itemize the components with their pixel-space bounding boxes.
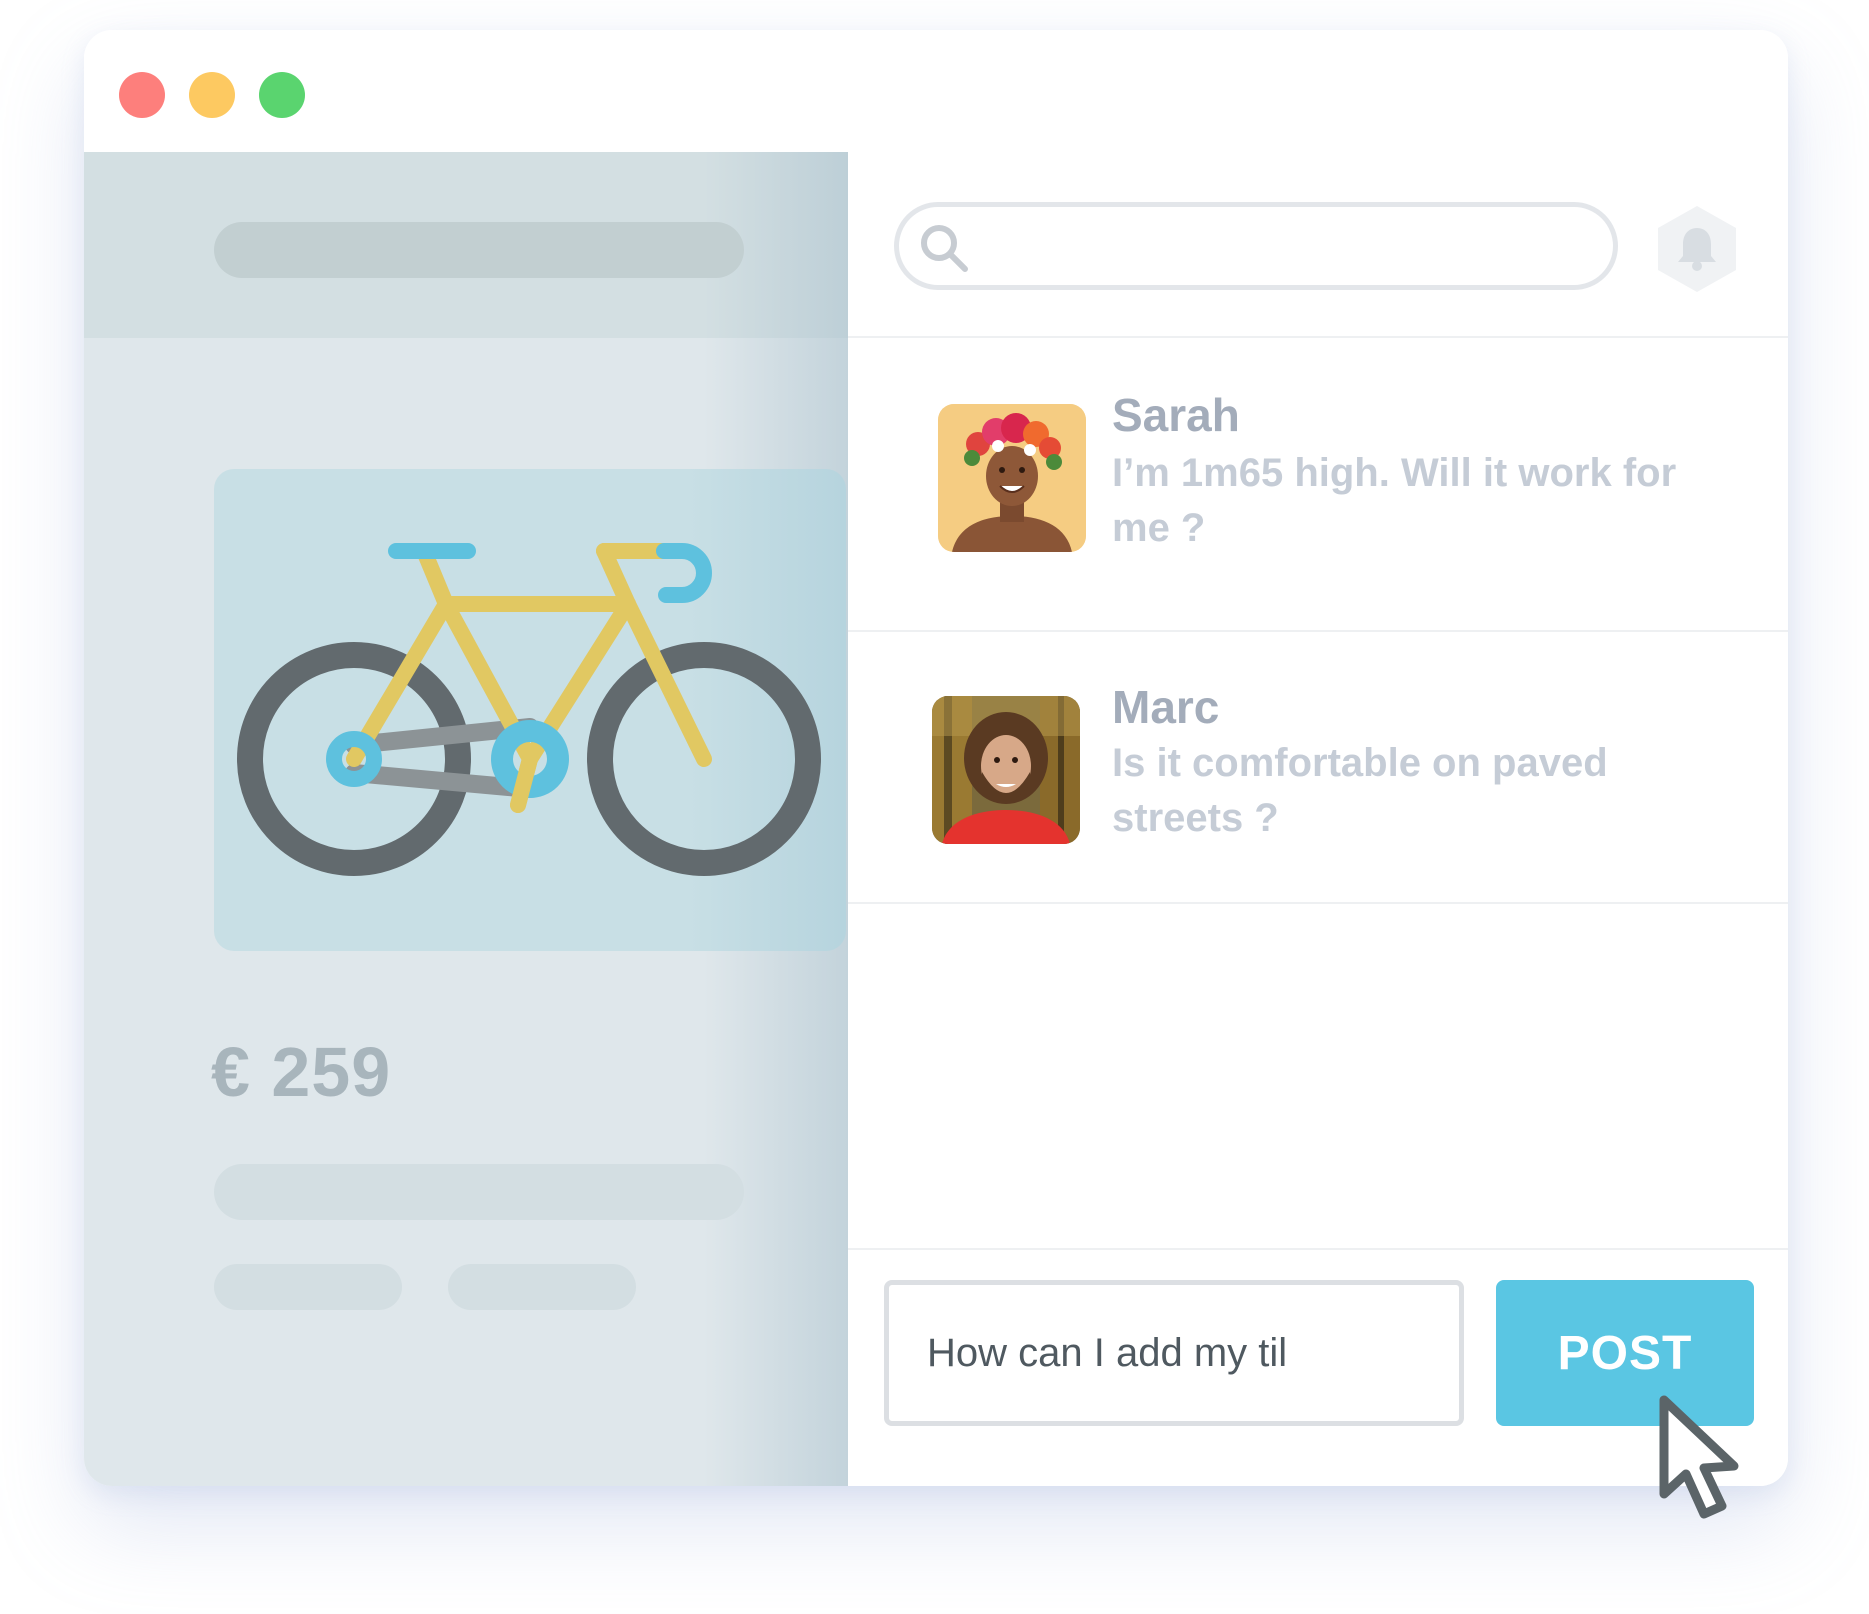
minimize-window-button[interactable]: [189, 72, 235, 118]
avatar: [932, 696, 1080, 844]
bell-icon: [1658, 206, 1736, 292]
mouse-pointer-icon: [1659, 1395, 1739, 1519]
avatar-marc: [932, 696, 1080, 844]
comment-text: I’m 1m65 high. Will it work for me ?: [1112, 451, 1677, 550]
comments-panel: Sarah I’m 1m65 high. Will it work for me…: [848, 152, 1788, 1486]
product-page: € 259: [84, 152, 848, 1486]
search-bar[interactable]: [894, 202, 1618, 290]
app-window: € 259 Sarah I’m 1m65 high. Will it work …: [84, 30, 1788, 1486]
product-image: [214, 469, 846, 951]
title-bar: [84, 30, 1788, 152]
question-input[interactable]: [884, 1280, 1464, 1426]
search-input[interactable]: [979, 221, 1583, 273]
header-title-placeholder: [214, 222, 744, 278]
comment-item: Sarah I’m 1m65 high. Will it work for me…: [848, 338, 1788, 606]
comment-divider: [848, 902, 1788, 904]
search-icon: [921, 225, 968, 272]
comment-author: Marc: [1112, 681, 1220, 733]
avatar-sarah: [938, 404, 1086, 552]
tag-placeholder-2: [448, 1264, 636, 1310]
maximize-window-button[interactable]: [259, 72, 305, 118]
bicycle-icon: [237, 543, 821, 876]
description-placeholder: [214, 1164, 744, 1220]
product-price: € 259: [211, 1033, 392, 1111]
notifications-button[interactable]: [1656, 204, 1738, 294]
tag-placeholder-1: [214, 1264, 402, 1310]
product-header: [84, 152, 848, 338]
comment-text: Is it comfortable on paved streets ?: [1112, 741, 1608, 840]
close-window-button[interactable]: [119, 72, 165, 118]
avatar: [938, 404, 1086, 552]
comment-author: Sarah: [1112, 389, 1240, 441]
comment-item: Marc Is it comfortable on paved streets …: [848, 632, 1788, 902]
composer-divider: [848, 1248, 1788, 1250]
